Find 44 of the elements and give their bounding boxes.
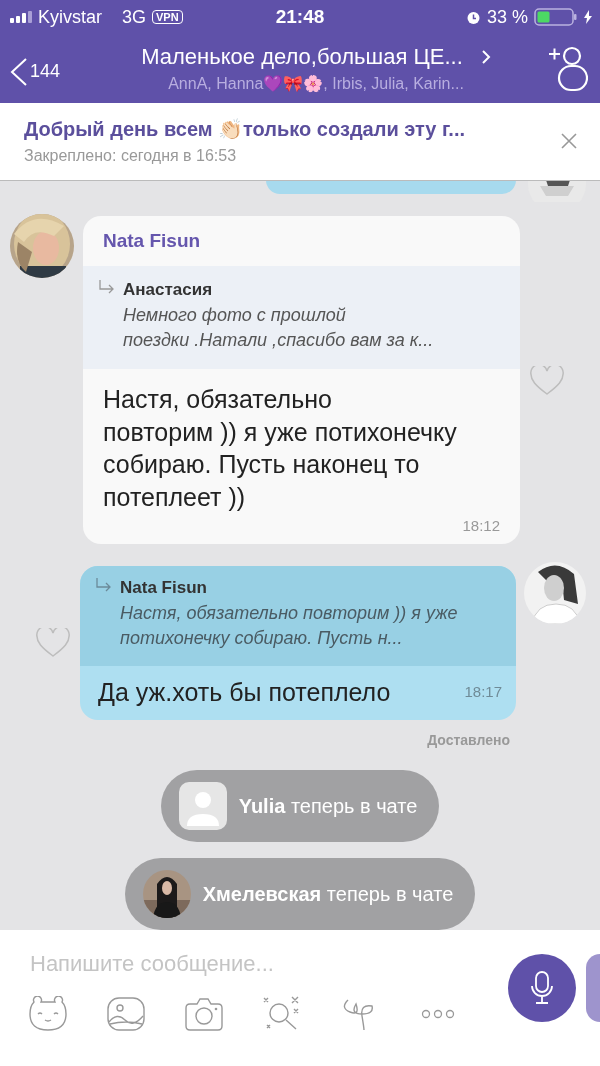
vpn-badge: VPN bbox=[152, 10, 183, 24]
gallery-icon[interactable] bbox=[106, 996, 146, 1032]
quoted-text: Настя, обязательно повторим )) я уже потихонечку собираю. Пусть н... bbox=[120, 602, 459, 651]
add-participant-icon[interactable] bbox=[548, 45, 588, 92]
reply-arrow-icon bbox=[96, 578, 112, 593]
reply-arrow-icon bbox=[99, 279, 115, 294]
sticker-icon[interactable] bbox=[28, 996, 68, 1032]
join-notice-text: Yulia теперь в чате bbox=[238, 794, 418, 818]
carrier-name: Kyivstar bbox=[38, 6, 102, 28]
clock: 21:48 bbox=[275, 6, 325, 28]
message-text: Настя, обязательно повторим )) я уже потихонечку собираю. Пусть наконец то потеплеет )) bbox=[102, 384, 458, 513]
pinned-message-banner[interactable]: Добрый день всем 👏🏻только создали эту г... Закреплено: сегодня в 16:53 bbox=[0, 103, 600, 181]
quoted-message[interactable]: Анастасия Немного фото с прошлой поездки .Натали ,спасибо вам за к... bbox=[83, 265, 520, 370]
quoted-text: Немного фото с прошлой поездки .Натали ,спасибо вам за к... bbox=[123, 303, 434, 352]
quoted-author: Nata Fisun bbox=[120, 578, 208, 599]
heart-icon[interactable] bbox=[36, 628, 70, 659]
chevron-icon[interactable] bbox=[480, 49, 491, 65]
participants-list: AnnA, Hanna💜🎀🌸, Irbis, Julia, Karin... bbox=[168, 74, 464, 93]
signal-icon bbox=[10, 11, 32, 23]
delivery-status: Доставлено bbox=[427, 732, 510, 748]
side-button[interactable] bbox=[586, 954, 600, 1022]
message-time: 18:12 bbox=[461, 516, 501, 537]
battery-icon bbox=[534, 8, 578, 26]
heart-icon[interactable] bbox=[530, 365, 564, 396]
camera-icon[interactable] bbox=[184, 996, 224, 1032]
pinned-timestamp: Закреплено: сегодня в 16:53 bbox=[24, 147, 238, 166]
microphone-icon[interactable] bbox=[529, 970, 555, 1006]
message-text: Да уж.хоть бы потеплело bbox=[98, 676, 391, 708]
sender-name[interactable]: Nata Fisun bbox=[83, 215, 520, 266]
message-bubble[interactable]: Nata Fisun Анастасия Немного фото с прошлой поездки .Натали ,спасибо вам за к... Настя, обязательно повторим )) я уже потихонечку собираю. Пусть наконец то потеплеет )) 18:12 bbox=[83, 215, 520, 545]
charging-icon bbox=[584, 10, 592, 24]
message-time: 18:17 bbox=[464, 683, 502, 701]
alarm-icon bbox=[465, 9, 481, 25]
message-bubble[interactable]: Nata Fisun Настя, обязательно повторим )) я уже потихонечку собираю. Пусть н... Да уж.хоть бы потеплело 18:17 bbox=[80, 566, 516, 720]
battery-percent: 33 % bbox=[486, 6, 528, 28]
pinned-message-text: Добрый день всем 👏🏻только создали эту г... bbox=[24, 117, 466, 142]
quoted-message[interactable]: Nata Fisun Настя, обязательно повторим )) я уже потихонечку собираю. Пусть н... bbox=[80, 566, 516, 666]
user-placeholder-icon bbox=[178, 782, 227, 830]
quoted-author: Анастасия bbox=[123, 279, 214, 300]
join-notice-text: Хмелевская теперь в чате bbox=[202, 882, 454, 906]
close-icon[interactable] bbox=[560, 132, 578, 151]
back-button[interactable]: 144 bbox=[8, 50, 96, 87]
network-type: 3G bbox=[122, 6, 147, 28]
chat-title[interactable]: Маленькое дело,большая ЦЕ... bbox=[141, 44, 463, 70]
